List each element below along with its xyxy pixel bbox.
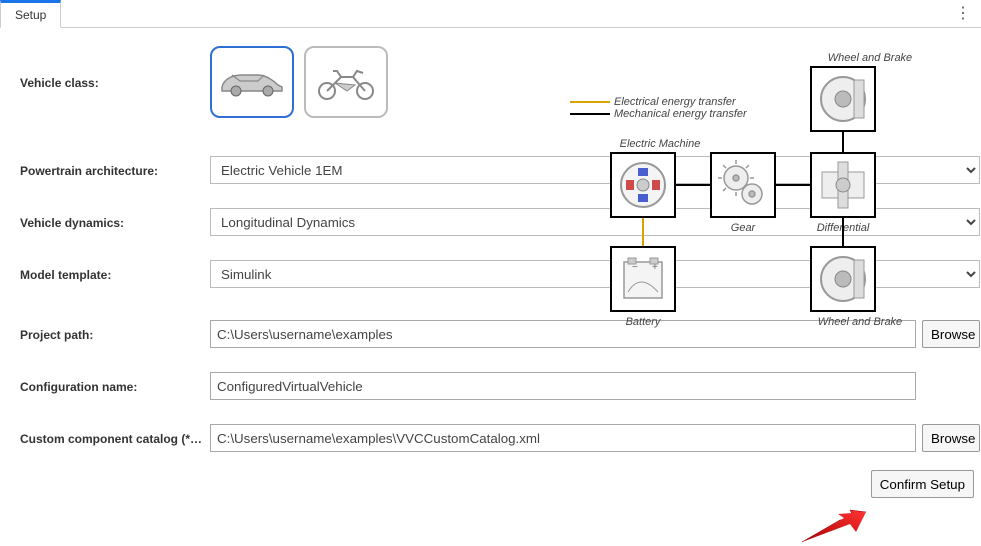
diagram-wheel-bottom: [810, 246, 876, 312]
dynamics-label: Vehicle dynamics:: [20, 214, 210, 230]
project-path-browse-button[interactable]: Browse: [922, 320, 980, 348]
diagram-em-label: Electric Machine: [600, 138, 720, 150]
catalog-input[interactable]: [210, 424, 916, 452]
project-path-label: Project path:: [20, 326, 210, 342]
tab-setup[interactable]: Setup: [0, 0, 61, 28]
legend-electrical-label: Electrical energy transfer: [614, 96, 736, 108]
motorcycle-icon: [313, 63, 379, 101]
connector-line: [676, 184, 710, 186]
diagram-battery-label: Battery: [610, 316, 676, 328]
connector-line: [776, 184, 810, 186]
catalog-browse-button[interactable]: Browse: [922, 424, 980, 452]
connector-electrical: [642, 218, 644, 246]
legend-mechanical-label: Mechanical energy transfer: [614, 108, 747, 120]
template-label: Model template:: [20, 266, 210, 282]
diagram-legend: Electrical energy transfer Mechanical en…: [570, 96, 747, 120]
diagram-gear: [710, 152, 776, 218]
svg-text:−: −: [632, 262, 638, 273]
diagram-battery: − +: [610, 246, 676, 312]
diagram-differential: [810, 152, 876, 218]
svg-text:+: +: [652, 262, 658, 273]
annotation-arrow-icon: [800, 506, 870, 546]
diagram-gear-label: Gear: [710, 222, 776, 234]
car-icon: [218, 67, 286, 97]
connector-line: [842, 132, 844, 152]
diagram-electric-machine: [610, 152, 676, 218]
diagram-wheel-bottom-label: Wheel and Brake: [800, 316, 920, 328]
confirm-setup-button[interactable]: Confirm Setup: [871, 470, 974, 498]
kebab-menu-icon[interactable]: ⋮: [955, 8, 971, 20]
setup-panel: Vehicle class:: [0, 28, 981, 518]
connector-line: [842, 218, 844, 246]
diagram-wheel-top-label: Wheel and Brake: [810, 52, 930, 64]
config-name-label: Configuration name:: [20, 378, 210, 394]
diagram-wheel-top: [810, 66, 876, 132]
powertrain-label: Powertrain architecture:: [20, 162, 210, 178]
vehicle-class-car[interactable]: [210, 46, 294, 118]
config-name-input[interactable]: [210, 372, 916, 400]
tab-bar: Setup ⋮: [0, 0, 981, 28]
vehicle-class-label: Vehicle class:: [20, 46, 210, 90]
catalog-label: Custom component catalog (*…: [20, 430, 210, 446]
vehicle-class-motorcycle[interactable]: [304, 46, 388, 118]
